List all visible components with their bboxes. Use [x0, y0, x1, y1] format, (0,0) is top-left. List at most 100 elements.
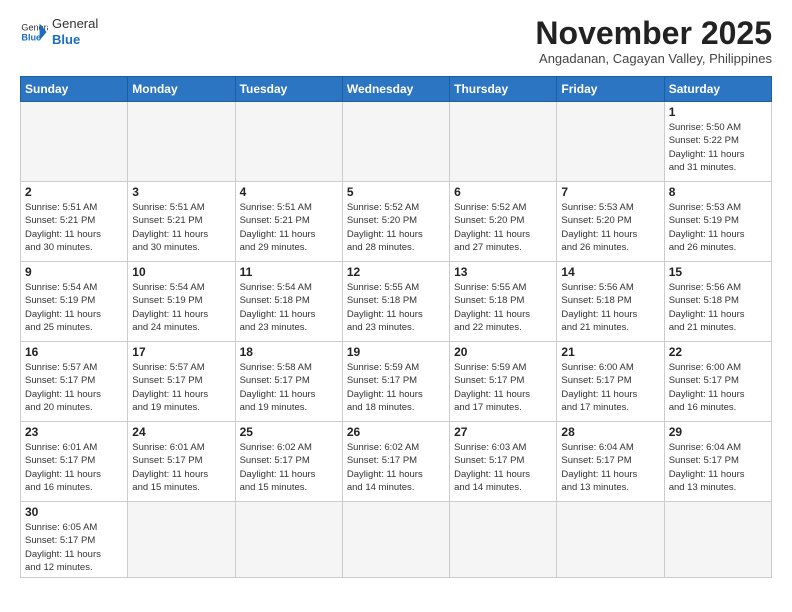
day-info: Sunrise: 5:50 AMSunset: 5:22 PMDaylight:…: [669, 121, 767, 174]
day-info: Sunrise: 6:01 AMSunset: 5:17 PMDaylight:…: [132, 441, 230, 494]
logo-text: General Blue: [52, 16, 98, 47]
calendar-cell: [235, 502, 342, 578]
week-row-6: 30Sunrise: 6:05 AMSunset: 5:17 PMDayligh…: [21, 502, 772, 578]
calendar-cell: 25 Sunrise: 6:02 AMSunset: 5:17 PMDayligh…: [235, 422, 342, 502]
day-number: 27: [454, 425, 552, 439]
calendar-cell: 24 Sunrise: 6:01 AMSunset: 5:17 PMDayligh…: [128, 422, 235, 502]
calendar-cell: 21 Sunrise: 6:00 AMSunset: 5:17 PMDayligh…: [557, 342, 664, 422]
day-number: 20: [454, 345, 552, 359]
calendar-cell: [450, 502, 557, 578]
day-number: 23: [25, 425, 123, 439]
day-info: Sunrise: 6:04 AMSunset: 5:17 PMDaylight:…: [561, 441, 659, 494]
day-number: 13: [454, 265, 552, 279]
svg-text:Blue: Blue: [21, 32, 41, 42]
calendar-cell: [235, 102, 342, 182]
day-info: Sunrise: 5:54 AMSunset: 5:18 PMDaylight:…: [240, 281, 338, 334]
calendar-cell: 14Sunrise: 5:56 AMSunset: 5:18 PMDayligh…: [557, 262, 664, 342]
calendar-cell: 9Sunrise: 5:54 AMSunset: 5:19 PMDaylight…: [21, 262, 128, 342]
logo: General Blue General Blue: [20, 16, 98, 47]
location: Angadanan, Cagayan Valley, Philippines: [535, 51, 772, 66]
title-block: November 2025 Angadanan, Cagayan Valley,…: [535, 16, 772, 66]
calendar-cell: 17 Sunrise: 5:57 AMSunset: 5:17 PMDayligh…: [128, 342, 235, 422]
weekday-header-saturday: Saturday: [664, 77, 771, 102]
calendar-table: SundayMondayTuesdayWednesdayThursdayFrid…: [20, 76, 772, 578]
day-number: 14: [561, 265, 659, 279]
day-number: 15: [669, 265, 767, 279]
day-info: Sunrise: 5:51 AMSunset: 5:21 PMDaylight:…: [240, 201, 338, 254]
day-info: Sunrise: 5:58 AMSunset: 5:17 PMDaylight:…: [240, 361, 338, 414]
calendar-cell: 16 Sunrise: 5:57 AMSunset: 5:17 PMDayligh…: [21, 342, 128, 422]
calendar-cell: 11 Sunrise: 5:54 AMSunset: 5:18 PMDayligh…: [235, 262, 342, 342]
calendar-header: SundayMondayTuesdayWednesdayThursdayFrid…: [21, 77, 772, 102]
day-info: Sunrise: 6:02 AMSunset: 5:17 PMDaylight:…: [347, 441, 445, 494]
day-number: 26: [347, 425, 445, 439]
day-number: 17: [132, 345, 230, 359]
day-info: Sunrise: 6:00 AMSunset: 5:17 PMDaylight:…: [561, 361, 659, 414]
day-number: 2: [25, 185, 123, 199]
day-info: Sunrise: 5:56 AMSunset: 5:18 PMDaylight:…: [669, 281, 767, 334]
day-number: 16: [25, 345, 123, 359]
day-info: Sunrise: 6:02 AMSunset: 5:17 PMDaylight:…: [240, 441, 338, 494]
weekday-row: SundayMondayTuesdayWednesdayThursdayFrid…: [21, 77, 772, 102]
page-header: General Blue General Blue November 2025 …: [20, 16, 772, 66]
day-info: Sunrise: 5:57 AMSunset: 5:17 PMDaylight:…: [132, 361, 230, 414]
calendar-cell: 22Sunrise: 6:00 AMSunset: 5:17 PMDayligh…: [664, 342, 771, 422]
day-number: 25: [240, 425, 338, 439]
day-info: Sunrise: 5:59 AMSunset: 5:17 PMDaylight:…: [454, 361, 552, 414]
day-number: 1: [669, 105, 767, 119]
day-info: Sunrise: 6:05 AMSunset: 5:17 PMDaylight:…: [25, 521, 123, 574]
day-info: Sunrise: 5:53 AMSunset: 5:20 PMDaylight:…: [561, 201, 659, 254]
calendar-cell: 26 Sunrise: 6:02 AMSunset: 5:17 PMDayligh…: [342, 422, 449, 502]
day-number: 18: [240, 345, 338, 359]
calendar-cell: 12Sunrise: 5:55 AMSunset: 5:18 PMDayligh…: [342, 262, 449, 342]
logo-blue: Blue: [52, 32, 98, 48]
calendar-cell: [342, 102, 449, 182]
weekday-header-sunday: Sunday: [21, 77, 128, 102]
day-number: 3: [132, 185, 230, 199]
calendar-cell: [664, 502, 771, 578]
week-row-3: 9Sunrise: 5:54 AMSunset: 5:19 PMDaylight…: [21, 262, 772, 342]
calendar-cell: 7Sunrise: 5:53 AMSunset: 5:20 PMDaylight…: [557, 182, 664, 262]
day-number: 21: [561, 345, 659, 359]
week-row-2: 2 Sunrise: 5:51 AMSunset: 5:21 PMDaylight…: [21, 182, 772, 262]
day-info: Sunrise: 5:51 AMSunset: 5:21 PMDaylight:…: [25, 201, 123, 254]
day-info: Sunrise: 5:52 AMSunset: 5:20 PMDaylight:…: [347, 201, 445, 254]
day-info: Sunrise: 6:04 AMSunset: 5:17 PMDaylight:…: [669, 441, 767, 494]
calendar-cell: 27 Sunrise: 6:03 AMSunset: 5:17 PMDayligh…: [450, 422, 557, 502]
calendar-cell: 15 Sunrise: 5:56 AMSunset: 5:18 PMDayligh…: [664, 262, 771, 342]
calendar-cell: [128, 502, 235, 578]
calendar-cell: 2 Sunrise: 5:51 AMSunset: 5:21 PMDaylight…: [21, 182, 128, 262]
calendar-cell: 4 Sunrise: 5:51 AMSunset: 5:21 PMDaylight…: [235, 182, 342, 262]
day-info: Sunrise: 5:53 AMSunset: 5:19 PMDaylight:…: [669, 201, 767, 254]
calendar-cell: 23Sunrise: 6:01 AMSunset: 5:17 PMDayligh…: [21, 422, 128, 502]
calendar-body: 1 Sunrise: 5:50 AMSunset: 5:22 PMDaylight…: [21, 102, 772, 578]
day-info: Sunrise: 5:54 AMSunset: 5:19 PMDaylight:…: [132, 281, 230, 334]
calendar-cell: 29Sunrise: 6:04 AMSunset: 5:17 PMDayligh…: [664, 422, 771, 502]
day-number: 19: [347, 345, 445, 359]
day-info: Sunrise: 5:52 AMSunset: 5:20 PMDaylight:…: [454, 201, 552, 254]
week-row-4: 16 Sunrise: 5:57 AMSunset: 5:17 PMDayligh…: [21, 342, 772, 422]
calendar-cell: 10Sunrise: 5:54 AMSunset: 5:19 PMDayligh…: [128, 262, 235, 342]
day-number: 5: [347, 185, 445, 199]
day-info: Sunrise: 5:51 AMSunset: 5:21 PMDaylight:…: [132, 201, 230, 254]
calendar-cell: 19Sunrise: 5:59 AMSunset: 5:17 PMDayligh…: [342, 342, 449, 422]
day-info: Sunrise: 5:55 AMSunset: 5:18 PMDaylight:…: [347, 281, 445, 334]
day-number: 4: [240, 185, 338, 199]
logo-general: General: [52, 16, 98, 32]
calendar-cell: 13 Sunrise: 5:55 AMSunset: 5:18 PMDayligh…: [450, 262, 557, 342]
calendar-cell: 30Sunrise: 6:05 AMSunset: 5:17 PMDayligh…: [21, 502, 128, 578]
calendar-cell: [557, 102, 664, 182]
day-info: Sunrise: 5:55 AMSunset: 5:18 PMDaylight:…: [454, 281, 552, 334]
day-number: 6: [454, 185, 552, 199]
day-number: 11: [240, 265, 338, 279]
weekday-header-thursday: Thursday: [450, 77, 557, 102]
day-number: 22: [669, 345, 767, 359]
calendar-cell: [21, 102, 128, 182]
day-info: Sunrise: 5:57 AMSunset: 5:17 PMDaylight:…: [25, 361, 123, 414]
calendar-cell: [557, 502, 664, 578]
weekday-header-tuesday: Tuesday: [235, 77, 342, 102]
day-number: 24: [132, 425, 230, 439]
calendar-cell: [128, 102, 235, 182]
calendar-cell: 28Sunrise: 6:04 AMSunset: 5:17 PMDayligh…: [557, 422, 664, 502]
day-info: Sunrise: 6:03 AMSunset: 5:17 PMDaylight:…: [454, 441, 552, 494]
